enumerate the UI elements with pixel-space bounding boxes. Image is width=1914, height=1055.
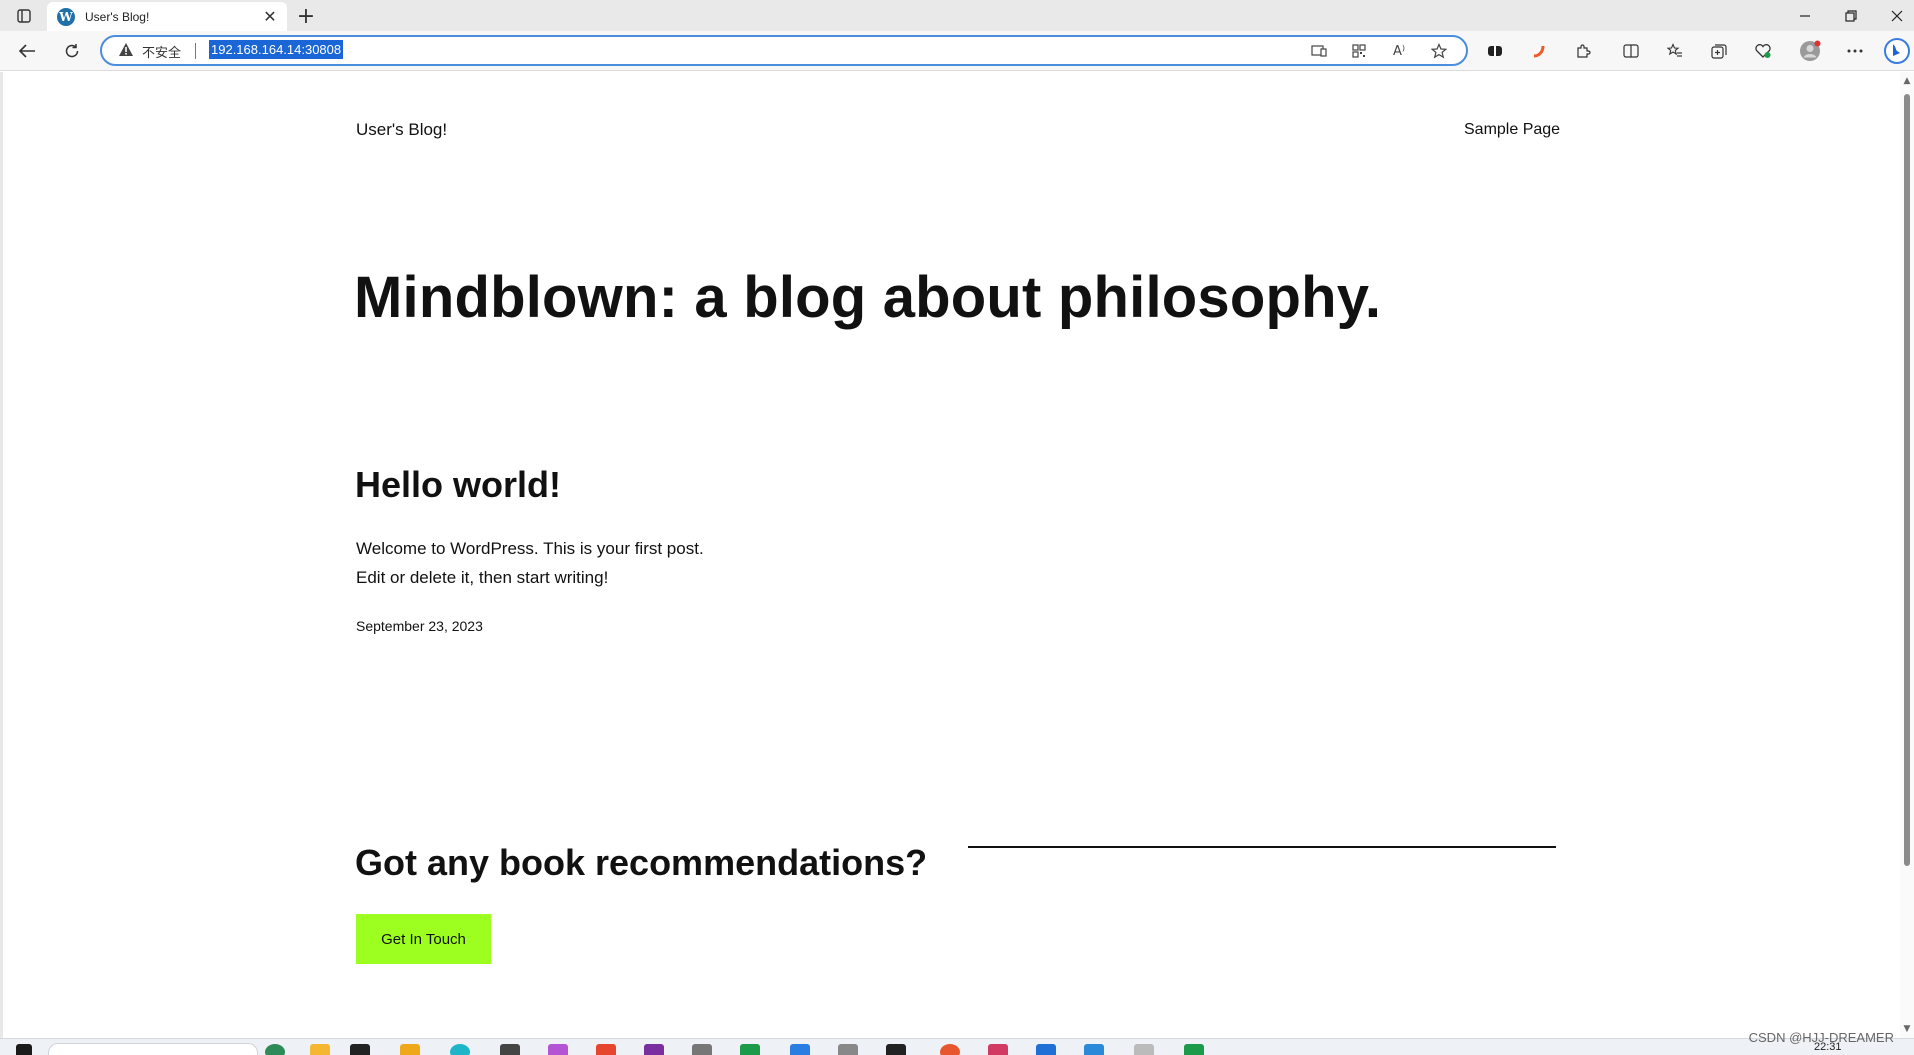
taskbar-app-icon[interactable] xyxy=(940,1044,960,1055)
settings-more-button[interactable] xyxy=(1840,37,1870,65)
heart-pulse-icon xyxy=(1755,44,1771,58)
new-tab-button[interactable]: + xyxy=(294,4,318,29)
taskbar-app-icon[interactable] xyxy=(644,1044,664,1055)
taskbar-app-icon[interactable] xyxy=(1036,1044,1056,1055)
extension-orange-icon xyxy=(1533,45,1545,58)
back-button[interactable] xyxy=(12,37,42,65)
vertical-scrollbar[interactable]: ▲ ▼ xyxy=(1900,72,1914,1038)
qr-icon xyxy=(1352,44,1366,58)
post-excerpt-line: Edit or delete it, then start writing! xyxy=(356,568,609,587)
cta-heading: Got any book recommendations? xyxy=(355,842,928,883)
scroll-up-arrow-icon[interactable]: ▲ xyxy=(1902,76,1912,86)
back-arrow-icon xyxy=(18,44,35,58)
taskbar-app-icon[interactable] xyxy=(838,1044,858,1055)
taskbar-folder-icon[interactable] xyxy=(310,1044,330,1055)
taskbar-app-icon[interactable] xyxy=(692,1044,712,1055)
close-tab-icon[interactable]: ✕ xyxy=(261,7,279,26)
qr-code-icon[interactable] xyxy=(1347,40,1371,62)
profile-button[interactable] xyxy=(1795,37,1825,65)
collections-icon xyxy=(1711,44,1727,59)
browser-window: W User's Blog! ✕ + 不安全 192.168.164.14:30… xyxy=(0,0,1914,1055)
taskbar-app-icon[interactable] xyxy=(1084,1044,1104,1055)
taskbar-app-icon[interactable] xyxy=(988,1044,1008,1055)
address-separator xyxy=(195,43,196,59)
tab-actions-icon xyxy=(17,9,31,23)
insecure-label[interactable]: 不安全 xyxy=(142,42,181,61)
taskbar-app-icon[interactable] xyxy=(400,1044,420,1055)
get-in-touch-button[interactable]: Get In Touch xyxy=(356,914,491,964)
taskbar-edge-icon[interactable] xyxy=(450,1044,470,1055)
extensions-button[interactable] xyxy=(1568,37,1598,65)
page-viewport: User's Blog! Sample Page Mindblown: a bl… xyxy=(0,72,1914,1038)
extension-dark-icon xyxy=(1488,46,1502,56)
minimize-icon xyxy=(1800,14,1810,17)
browser-essentials-button[interactable] xyxy=(1748,37,1778,65)
hero-heading: Mindblown: a blog about philosophy. xyxy=(354,265,1382,330)
taskbar-app-icon[interactable] xyxy=(596,1044,616,1055)
taskbar xyxy=(0,1038,1914,1055)
nav-sample-page[interactable]: Sample Page xyxy=(1464,121,1560,139)
taskbar-app-icon[interactable] xyxy=(548,1044,568,1055)
post-excerpt: Welcome to WordPress. This is your first… xyxy=(356,534,776,592)
site-title[interactable]: User's Blog! xyxy=(356,120,447,140)
split-screen-icon xyxy=(1623,44,1639,58)
favorites-list-icon xyxy=(1667,43,1682,57)
post-title[interactable]: Hello world! xyxy=(355,464,561,506)
puzzle-icon xyxy=(1577,44,1591,58)
copilot-button[interactable] xyxy=(1882,37,1912,65)
address-bar[interactable]: 不安全 192.168.164.14:30808 A⁾ xyxy=(100,35,1468,66)
restore-icon xyxy=(1845,9,1857,22)
tab-strip: W User's Blog! ✕ + xyxy=(0,0,1914,31)
taskbar-app-icon[interactable] xyxy=(1134,1044,1154,1055)
bing-icon xyxy=(1884,38,1910,64)
restore-button[interactable] xyxy=(1828,0,1874,31)
app-install-icon xyxy=(1311,45,1327,57)
scroll-thumb[interactable] xyxy=(1904,94,1910,866)
taskbar-search-box[interactable] xyxy=(48,1043,258,1055)
extension-button-2[interactable] xyxy=(1524,37,1554,65)
post-date[interactable]: September 23, 2023 xyxy=(356,618,483,634)
favorites-button[interactable] xyxy=(1660,37,1690,65)
avatar-icon xyxy=(1800,40,1821,61)
taskbar-app-icon[interactable] xyxy=(1184,1044,1204,1055)
warning-triangle-icon xyxy=(119,43,133,56)
watermark-text: CSDN @HJJ-DREAMER xyxy=(1748,1030,1894,1045)
post-excerpt-line: Welcome to WordPress. This is your first… xyxy=(356,539,704,558)
separator-line xyxy=(968,846,1556,848)
close-icon xyxy=(1891,10,1903,21)
taskbar-app-icon[interactable] xyxy=(500,1044,520,1055)
split-screen-button[interactable] xyxy=(1616,37,1646,65)
tab-actions-button[interactable] xyxy=(10,5,38,27)
taskbar-app-icon[interactable] xyxy=(265,1044,285,1055)
browser-toolbar: 不安全 192.168.164.14:30808 A⁾ xyxy=(0,31,1914,71)
refresh-icon xyxy=(65,44,79,58)
taskbar-vscode-icon[interactable] xyxy=(790,1044,810,1055)
minimize-button[interactable] xyxy=(1782,0,1828,31)
url-text[interactable]: 192.168.164.14:30808 xyxy=(209,40,344,59)
extension-button-1[interactable] xyxy=(1480,37,1510,65)
taskbar-terminal-icon[interactable] xyxy=(886,1044,906,1055)
start-icon[interactable] xyxy=(16,1044,32,1055)
more-dots-icon xyxy=(1847,49,1863,53)
app-available-icon[interactable] xyxy=(1307,40,1331,62)
taskbar-app-icon[interactable] xyxy=(350,1044,370,1055)
favorite-star-icon[interactable] xyxy=(1427,40,1451,62)
close-window-button[interactable] xyxy=(1874,0,1914,31)
tab-title: User's Blog! xyxy=(85,9,150,24)
tab-active[interactable]: W User's Blog! ✕ xyxy=(47,2,287,31)
collections-button[interactable] xyxy=(1704,37,1734,65)
wordpress-icon: W xyxy=(57,7,75,26)
refresh-button[interactable] xyxy=(57,37,87,65)
scroll-down-arrow-icon[interactable]: ▼ xyxy=(1902,1024,1912,1034)
star-icon xyxy=(1431,43,1447,59)
taskbar-app-icon[interactable] xyxy=(740,1044,760,1055)
read-aloud-icon[interactable]: A⁾ xyxy=(1387,40,1411,62)
